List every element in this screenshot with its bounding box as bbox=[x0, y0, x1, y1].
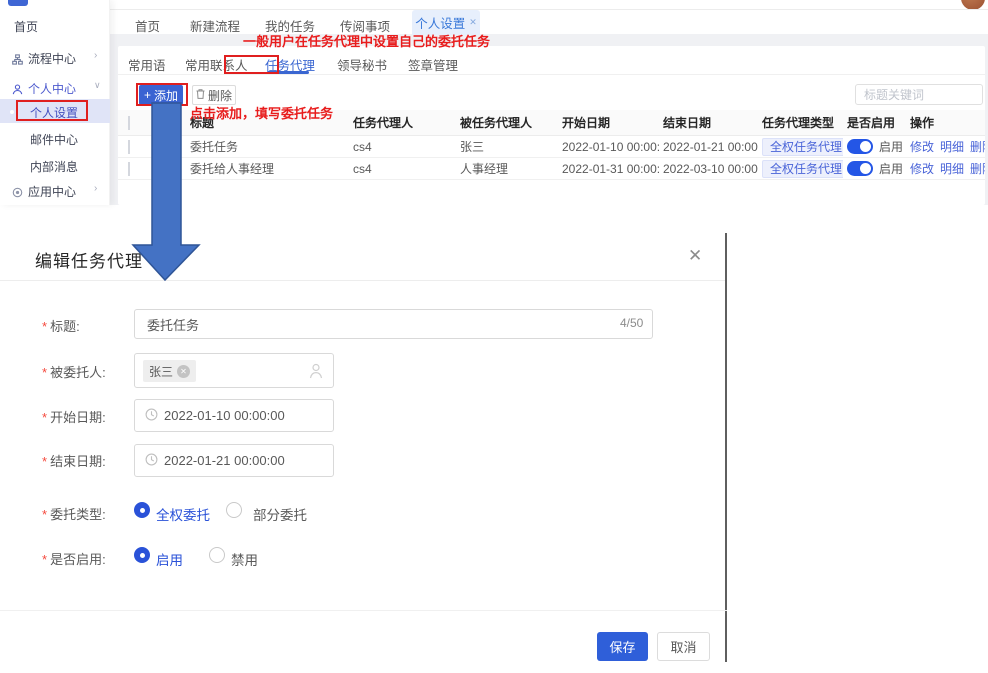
start-date-input[interactable]: 2022-01-10 00:00:00 bbox=[134, 399, 334, 432]
sidebar-item-label: 应用中心 bbox=[28, 185, 76, 199]
title-input[interactable] bbox=[134, 309, 653, 339]
col-actions: 操作 bbox=[906, 114, 985, 131]
detail-link[interactable]: 明细 bbox=[940, 140, 964, 154]
sidebar-item-process-center[interactable]: 流程中心 › bbox=[12, 50, 108, 68]
radio-disable[interactable] bbox=[209, 547, 225, 563]
field-label-enabled: *是否启用: bbox=[42, 549, 106, 568]
col-agent: 任务代理人 bbox=[349, 114, 456, 131]
chevron-right-icon: › bbox=[94, 50, 97, 61]
flow-icon bbox=[12, 54, 25, 68]
chevron-down-icon: ∨ bbox=[94, 80, 101, 91]
annotation-arrow bbox=[125, 100, 205, 285]
row-delegated: 张三 bbox=[456, 138, 558, 155]
divider bbox=[0, 280, 727, 281]
enabled-label: 启用 bbox=[879, 140, 903, 154]
sidebar-item-label: 流程中心 bbox=[28, 52, 76, 66]
chevron-right-icon: › bbox=[94, 183, 97, 194]
edit-link[interactable]: 修改 bbox=[910, 140, 934, 154]
radio-enable[interactable] bbox=[134, 547, 150, 563]
radio-partial-delegation-label[interactable]: 部分委托 bbox=[253, 504, 307, 524]
save-button[interactable]: 保存 bbox=[597, 632, 648, 661]
edit-link[interactable]: 修改 bbox=[910, 162, 934, 176]
agent-type-tag: 全权任务代理 bbox=[762, 160, 843, 178]
col-type: 任务代理类型 bbox=[758, 114, 843, 131]
field-label-type: *委托类型: bbox=[42, 504, 106, 523]
sidebar-item-internal-message[interactable]: 内部消息 bbox=[30, 158, 78, 175]
radio-full-delegation[interactable] bbox=[134, 502, 150, 518]
divider bbox=[0, 610, 727, 611]
delegatee-tag-label: 张三 bbox=[149, 363, 173, 380]
delete-link[interactable]: 删除 bbox=[970, 162, 985, 176]
radio-full-delegation-label[interactable]: 全权委托 bbox=[156, 504, 210, 524]
annotation-box-task-agent bbox=[224, 55, 279, 74]
sidebar-item-app-center[interactable]: 应用中心 › bbox=[12, 183, 108, 201]
row-title: 委托任务 bbox=[186, 138, 349, 155]
start-date-value: 2022-01-10 00:00:00 bbox=[164, 408, 285, 423]
row-title: 委托给人事经理 bbox=[186, 160, 349, 177]
annotation-note-top: 一般用户在任务代理中设置自己的委托任务 bbox=[243, 31, 490, 50]
enabled-toggle[interactable] bbox=[847, 161, 873, 176]
divider bbox=[118, 74, 985, 75]
sidebar-item-mail-center[interactable]: 邮件中心 bbox=[30, 131, 78, 148]
app-logo bbox=[8, 0, 28, 6]
col-delegated: 被任务代理人 bbox=[456, 114, 558, 131]
sidebar-item-label: 个人中心 bbox=[28, 82, 76, 96]
delete-button-label: 删除 bbox=[208, 87, 232, 104]
col-end: 结束日期 bbox=[659, 114, 758, 131]
tab-home[interactable]: 首页 bbox=[135, 16, 160, 35]
row-end: 2022-03-10 00:00:00 bbox=[659, 162, 758, 176]
tab-close-icon[interactable]: ✕ bbox=[469, 17, 477, 28]
row-start: 2022-01-31 00:00:00 bbox=[558, 162, 659, 176]
radio-partial-delegation[interactable] bbox=[226, 502, 242, 518]
sidebar-item-home[interactable]: 首页 bbox=[14, 18, 38, 35]
delegatee-picker[interactable]: 张三 ✕ bbox=[134, 353, 334, 388]
delegatee-tag: 张三 ✕ bbox=[143, 360, 196, 382]
enabled-toggle[interactable] bbox=[847, 139, 873, 154]
field-label-start: *开始日期: bbox=[42, 407, 106, 426]
radio-disable-label[interactable]: 禁用 bbox=[231, 549, 258, 569]
subtab-signature-mgmt[interactable]: 签章管理 bbox=[408, 55, 458, 74]
field-label-title: *标题: bbox=[42, 316, 80, 335]
tab-new-process[interactable]: 新建流程 bbox=[190, 16, 240, 35]
modal-close-icon[interactable]: ✕ bbox=[688, 246, 702, 266]
field-label-delegatee: *被委托人: bbox=[42, 362, 106, 381]
row-start: 2022-01-10 00:00:00 bbox=[558, 140, 659, 154]
col-enabled: 是否启用 bbox=[843, 114, 906, 131]
clock-icon bbox=[145, 408, 158, 424]
field-label-end: *结束日期: bbox=[42, 451, 106, 470]
table-row: 委托任务 cs4 张三 2022-01-10 00:00:00 2022-01-… bbox=[118, 136, 985, 158]
char-counter: 4/50 bbox=[620, 316, 643, 330]
subtab-phrases[interactable]: 常用语 bbox=[128, 55, 166, 74]
radio-enable-label[interactable]: 启用 bbox=[156, 549, 183, 569]
table-row: 委托给人事经理 cs4 人事经理 2022-01-31 00:00:00 202… bbox=[118, 158, 985, 180]
subtab-leader-secretary[interactable]: 领导秘书 bbox=[337, 55, 387, 74]
tag-remove-icon[interactable]: ✕ bbox=[177, 365, 190, 378]
tab-personal-settings-label: 个人设置 bbox=[415, 13, 465, 32]
detail-link[interactable]: 明细 bbox=[940, 162, 964, 176]
selected-dot bbox=[10, 110, 14, 114]
clock-icon bbox=[145, 453, 158, 469]
end-date-input[interactable]: 2022-01-21 00:00:00 bbox=[134, 444, 334, 477]
sidebar-item-personal-center[interactable]: 个人中心 ∨ bbox=[12, 80, 108, 98]
person-icon bbox=[309, 363, 323, 384]
modal-right-border bbox=[725, 233, 727, 662]
delete-link[interactable]: 删除 bbox=[970, 140, 985, 154]
col-start: 开始日期 bbox=[558, 114, 659, 131]
row-end: 2022-01-21 00:00:00 bbox=[659, 140, 758, 154]
row-agent: cs4 bbox=[349, 162, 456, 176]
cancel-button[interactable]: 取消 bbox=[657, 632, 710, 661]
enabled-label: 启用 bbox=[879, 162, 903, 176]
annotation-box-personal-settings bbox=[16, 100, 88, 121]
annotation-note-add: 点击添加，填写委托任务 bbox=[190, 103, 333, 122]
row-delegated: 人事经理 bbox=[456, 160, 558, 177]
tab-bar: 首页 新建流程 我的任务 传阅事项 个人设置 ✕ bbox=[110, 9, 988, 34]
apps-icon bbox=[12, 187, 25, 201]
search-input[interactable] bbox=[855, 84, 983, 105]
screenshot-root: 首页 新建流程 我的任务 传阅事项 个人设置 ✕ 首页 流程中心 › 个人中心 … bbox=[0, 0, 988, 673]
user-icon bbox=[12, 84, 25, 98]
row-agent: cs4 bbox=[349, 140, 456, 154]
agent-type-tag: 全权任务代理 bbox=[762, 138, 843, 156]
end-date-value: 2022-01-21 00:00:00 bbox=[164, 453, 285, 468]
